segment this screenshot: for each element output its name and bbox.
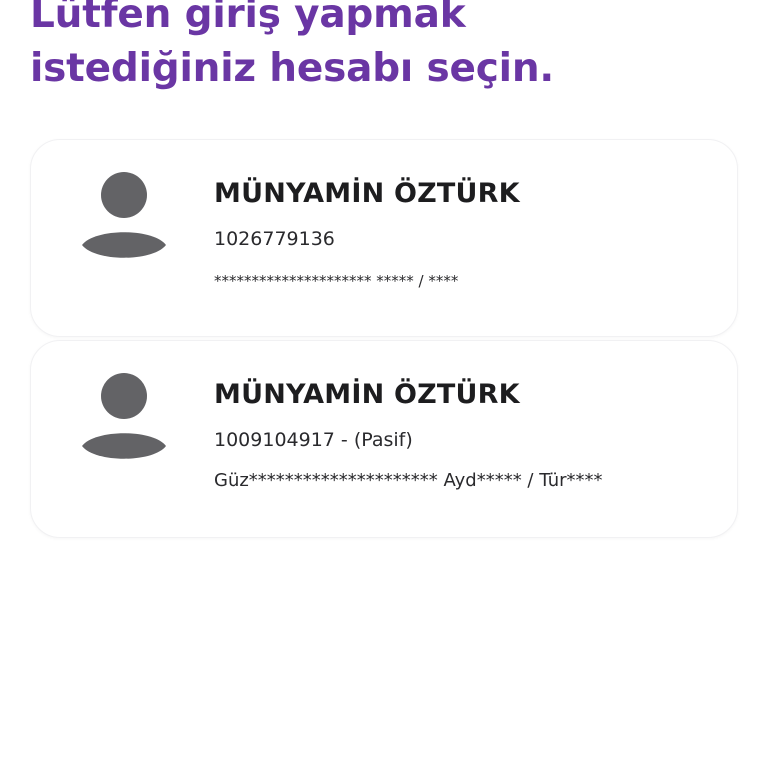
user-icon (81, 373, 167, 465)
account-masked-info: Güz********************* Ayd***** / Tür*… (214, 470, 603, 491)
account-masked-info: ********************* ***** / **** (214, 272, 459, 290)
account-number: 1026779136 (214, 228, 335, 250)
page-title-line-1: Lütfen giriş yapmak (30, 0, 466, 37)
user-icon (81, 172, 167, 264)
account-number: 1009104917 - (Pasif) (214, 429, 413, 451)
account-name: MÜNYAMİN ÖZTÜRK (214, 379, 520, 410)
account-name: MÜNYAMİN ÖZTÜRK (214, 178, 520, 209)
account-card-1[interactable]: MÜNYAMİN ÖZTÜRK 1026779136 *************… (30, 139, 738, 337)
page-title-line-2: istediğiniz hesabı seçin. (30, 46, 554, 91)
page-title: Lütfen giriş yapmak istediğiniz hesabı s… (30, 0, 730, 96)
account-card-2[interactable]: MÜNYAMİN ÖZTÜRK 1009104917 - (Pasif) Güz… (30, 340, 738, 538)
